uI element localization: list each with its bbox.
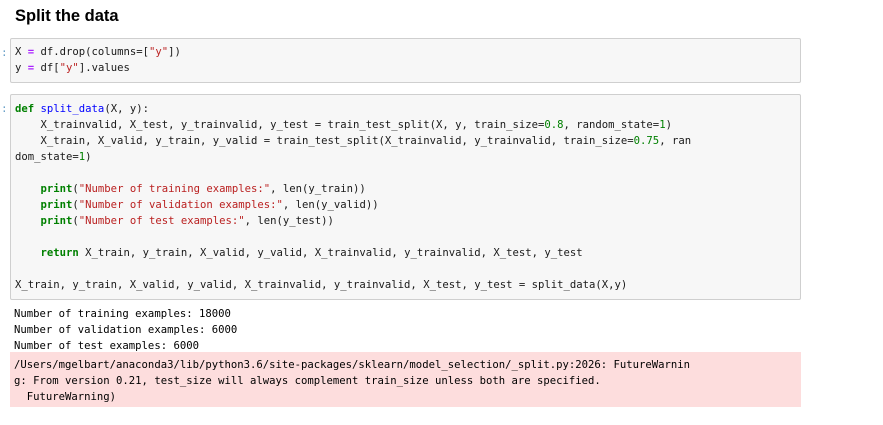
code-token: "Number of training examples:" [78, 183, 271, 195]
code-token: "y" [59, 62, 79, 74]
warning-line: FutureWarning) [14, 391, 117, 403]
output-line: Number of test examples: 6000 [14, 340, 199, 352]
code-token: , random_state= [563, 119, 660, 131]
code-token: ) [665, 119, 672, 131]
code-token: X_trainvalid, X_test, y_trainvalid, y_te… [15, 119, 545, 131]
code-cell-1-source[interactable]: X = df.drop(columns=["y"]) y = df["y"].v… [15, 44, 181, 76]
code-token: , ran [659, 135, 692, 147]
code-token: ].values [78, 62, 130, 74]
code-cell-2[interactable]: : def split_data(X, y): X_trainvalid, X_… [1, 94, 801, 300]
code-cell-2-source[interactable]: def split_data(X, y): X_trainvalid, X_te… [15, 101, 691, 293]
code-token: "Number of test examples:" [78, 215, 245, 227]
code-cell-1[interactable]: : X = df.drop(columns=["y"]) y = df["y"]… [1, 38, 801, 83]
code-token: , len(y_valid)) [282, 199, 379, 211]
cell-prompt-marker: : [1, 46, 8, 59]
code-token: df.drop(columns=[ [40, 46, 149, 58]
code-token: print [40, 215, 73, 227]
cell-output: Number of training examples: 18000 Numbe… [14, 306, 237, 354]
code-token: , len(y_train)) [270, 183, 366, 195]
warning-line: g: From version 0.21, test_size will alw… [14, 375, 601, 387]
section-heading: Split the data [15, 7, 119, 25]
code-token: "Number of validation examples:" [78, 199, 283, 211]
code-token: print [40, 183, 73, 195]
code-token: X_train, y_train, X_valid, y_valid, X_tr… [15, 279, 628, 291]
code-token: X_train, X_valid, y_train, y_valid = tra… [15, 135, 634, 147]
code-token: 0.8 [544, 119, 564, 131]
code-token: = [21, 46, 41, 58]
code-token: = [21, 62, 41, 74]
code-token: split_data [40, 103, 105, 115]
code-token: 0.75 [633, 135, 660, 147]
cell-prompt-marker: : [1, 102, 8, 115]
code-token: ) [85, 151, 92, 163]
code-token: "y" [148, 46, 169, 58]
output-line: Number of validation examples: 6000 [14, 324, 238, 336]
code-token: df[ [40, 62, 60, 74]
warning-line: /Users/mgelbart/anaconda3/lib/python3.6/… [14, 359, 691, 371]
code-token: dom_state= [15, 151, 79, 163]
output-line: Number of training examples: 18000 [14, 308, 231, 320]
code-token: (X, y): [104, 103, 149, 115]
code-token: ]) [168, 46, 181, 58]
code-token: X_train, y_train, X_valid, y_valid, X_tr… [78, 247, 583, 259]
code-token: def [15, 103, 35, 115]
code-token: , len(y_test)) [244, 215, 334, 227]
code-token: return [40, 247, 79, 259]
warning-output: /Users/mgelbart/anaconda3/lib/python3.6/… [10, 352, 801, 407]
code-token: print [40, 199, 73, 211]
